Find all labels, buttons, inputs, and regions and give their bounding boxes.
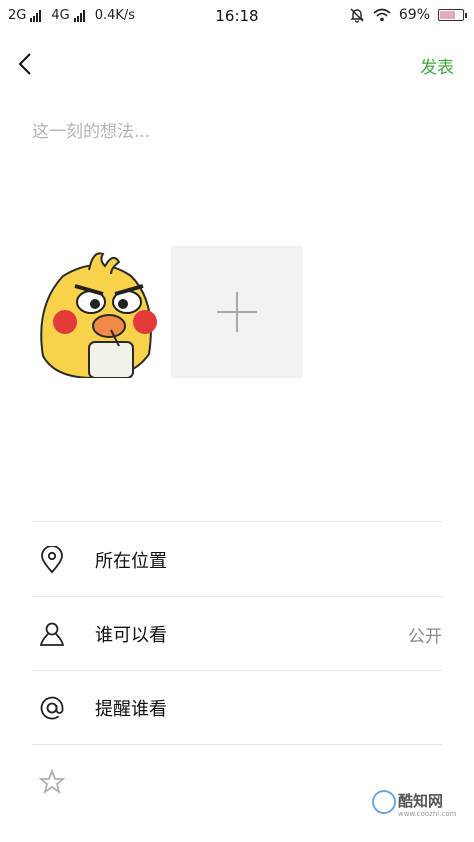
divider bbox=[32, 744, 442, 745]
option-location[interactable]: 所在位置 bbox=[0, 524, 474, 596]
publish-button[interactable]: 发表 bbox=[420, 53, 454, 78]
bell-muted-icon bbox=[350, 8, 364, 23]
watermark-subtext: www.coozhi.com bbox=[398, 810, 457, 818]
sticker-thumbnail[interactable] bbox=[33, 246, 165, 380]
watermark-text: 酷知网 bbox=[398, 792, 444, 810]
chevron-left-icon bbox=[18, 53, 31, 75]
back-button[interactable] bbox=[14, 50, 40, 78]
battery-fill bbox=[440, 11, 456, 19]
star-icon bbox=[38, 768, 66, 796]
option-label: 所在位置 bbox=[95, 551, 167, 572]
watermark-icon bbox=[372, 790, 396, 814]
plus-icon bbox=[217, 292, 257, 332]
at-sign-icon bbox=[38, 694, 66, 722]
option-mention[interactable]: 提醒谁看 bbox=[0, 672, 474, 744]
battery-percent: 69% bbox=[398, 7, 430, 23]
compose-text-input[interactable] bbox=[32, 117, 442, 147]
wifi-icon bbox=[373, 8, 391, 22]
visibility-value: 公开 bbox=[408, 627, 442, 647]
battery-icon bbox=[438, 9, 467, 21]
status-right: 69% bbox=[349, 7, 467, 23]
person-icon bbox=[38, 620, 66, 648]
divider bbox=[32, 521, 442, 522]
option-label: 谁可以看 bbox=[95, 625, 167, 646]
add-photo-button[interactable] bbox=[171, 246, 303, 378]
duck-sticker-image bbox=[40, 252, 157, 380]
divider bbox=[32, 670, 442, 671]
option-label: 提醒谁看 bbox=[95, 699, 167, 720]
status-bar: 2G 4G 0.4K/s 16:18 69% bbox=[0, 0, 474, 32]
divider bbox=[32, 596, 442, 597]
location-pin-icon bbox=[38, 545, 66, 574]
option-visibility[interactable]: 谁可以看 公开 bbox=[0, 598, 474, 670]
watermark-logo: 酷知网 www.coozhi.com bbox=[372, 786, 458, 822]
